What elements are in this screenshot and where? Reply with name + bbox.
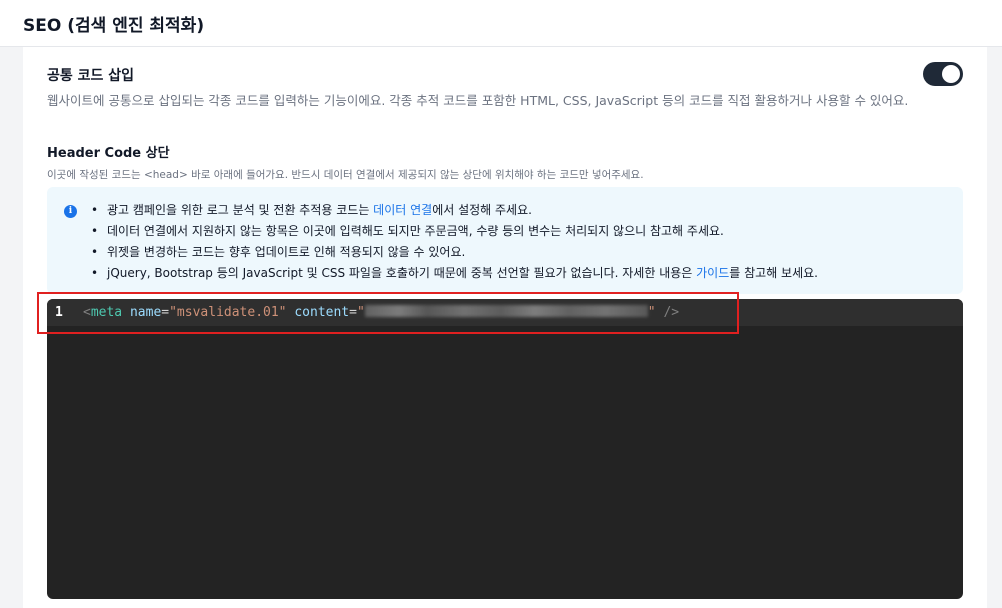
top-bar: SEO (검색 엔진 최적화) <box>0 0 1002 47</box>
info-list: 광고 캠페인을 위한 로그 분석 및 전환 추적용 코드는 데이터 연결에서 설… <box>91 200 818 284</box>
header-code-title: Header Code 상단 <box>47 146 170 161</box>
info-box: i 광고 캠페인을 위한 로그 분석 및 전환 추적용 코드는 데이터 연결에서… <box>47 187 963 294</box>
common-code-toggle[interactable] <box>923 62 963 86</box>
guide-link[interactable]: 가이드 <box>696 266 729 280</box>
toggle-knob <box>942 65 960 83</box>
section-title: 공통 코드 삽입 <box>47 68 135 84</box>
redacted-value <box>364 305 648 317</box>
header-code-description: 이곳에 작성된 코드는 <head> 바로 아래에 들어가요. 반드시 데이터 … <box>47 169 644 181</box>
page-title: SEO (검색 엔진 최적화) <box>23 16 205 36</box>
info-item: jQuery, Bootstrap 등의 JavaScript 및 CSS 파일… <box>91 263 818 284</box>
info-icon: i <box>64 205 77 218</box>
info-item: 위젯을 변경하는 코드는 향후 업데이트로 인해 적용되지 않을 수 있어요. <box>91 242 818 263</box>
line-number: 1 <box>55 305 63 320</box>
common-code-panel: 공통 코드 삽입 웹사이트에 공통으로 삽입되는 각종 코드를 입력하는 기능이… <box>23 47 987 608</box>
info-item: 데이터 연결에서 지원하지 않는 항목은 이곳에 입력해도 되지만 주문금액, … <box>91 221 818 242</box>
code-line[interactable]: <meta name="msvalidate.01" content=" " /> <box>83 305 679 320</box>
data-connection-link[interactable]: 데이터 연결 <box>373 203 432 217</box>
info-item: 광고 캠페인을 위한 로그 분석 및 전환 추적용 코드는 데이터 연결에서 설… <box>91 200 818 221</box>
code-editor[interactable]: 1 <meta name="msvalidate.01" content=" " … <box>47 299 963 599</box>
section-description: 웹사이트에 공통으로 삽입되는 각종 코드를 입력하는 기능이에요. 각종 추적… <box>47 93 909 108</box>
